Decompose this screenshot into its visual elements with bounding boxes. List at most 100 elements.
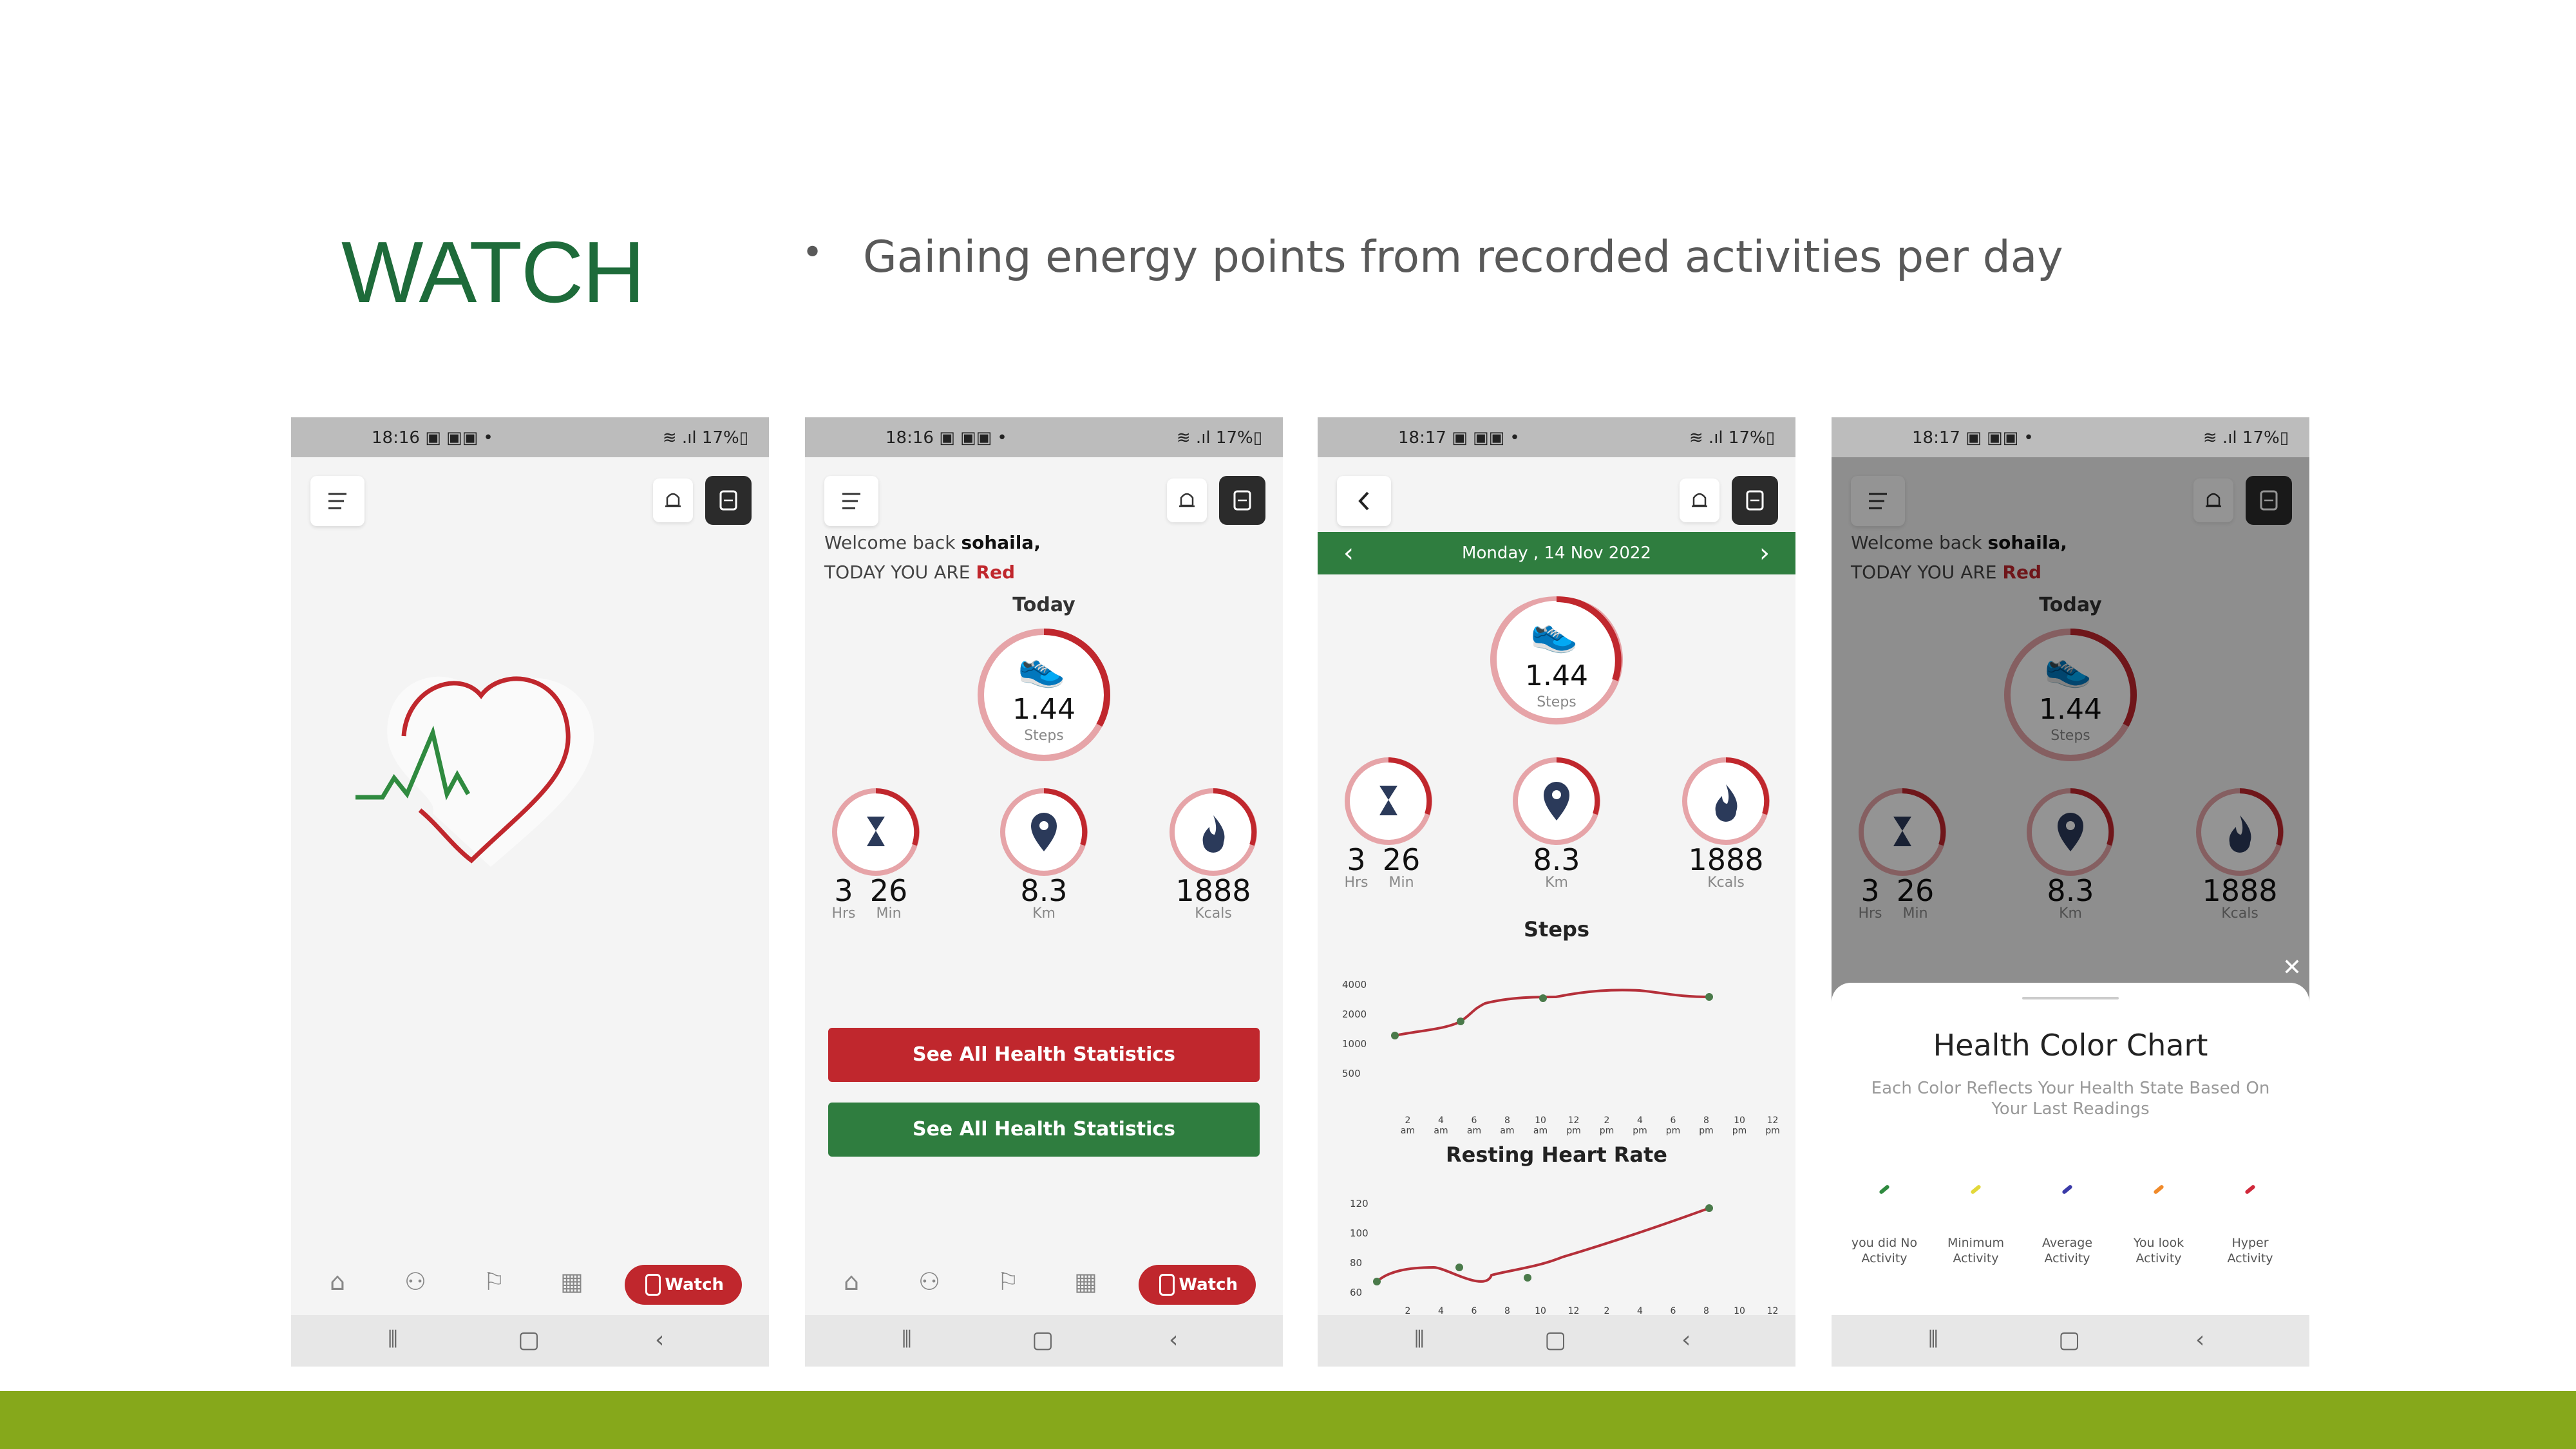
- calories-label: Kcals: [1195, 905, 1232, 922]
- menu-button[interactable]: [310, 476, 365, 526]
- watch-icon: [719, 490, 737, 511]
- x-tick-label: 12: [1568, 1306, 1580, 1315]
- watch-tab-icon: [645, 1274, 661, 1296]
- back-system-icon[interactable]: ‹: [2195, 1327, 2204, 1353]
- home-icon[interactable]: ⌂: [844, 1267, 859, 1296]
- watch-tab[interactable]: Watch: [1139, 1265, 1256, 1305]
- x-tick-label: pm: [1600, 1126, 1615, 1136]
- date-selector: ‹ Monday , 14 Nov 2022 ›: [1318, 532, 1795, 574]
- heart-rate-point: [1524, 1274, 1531, 1282]
- state-prefix: TODAY YOU ARE: [824, 562, 971, 583]
- legend-label: you did No Activity: [1851, 1236, 1918, 1265]
- status-bar: 18:16 ▣ ▣▣ • ≋ .ıl 17%▯: [805, 417, 1283, 457]
- distance-label: Km: [1032, 905, 1056, 922]
- user-name: sohaila,: [961, 532, 1041, 553]
- home-system-icon[interactable]: ▢: [518, 1327, 540, 1353]
- legend-label: Average Activity: [2041, 1236, 2093, 1265]
- home-system-icon[interactable]: ▢: [1544, 1327, 1566, 1353]
- challenges-icon[interactable]: ⚐: [997, 1267, 1019, 1296]
- legend-color-swatch: [1970, 1184, 1982, 1195]
- legend-label: Hyper Activity: [2227, 1236, 2273, 1265]
- status-icons: ≋ .ıl 17%▯: [2202, 428, 2289, 448]
- steps-chart-title: Steps: [1524, 917, 1589, 942]
- shoe-icon: 👟: [1018, 645, 1066, 690]
- hours-value: 3: [1347, 842, 1366, 877]
- welcome-line: Welcome back sohaila,: [824, 532, 1041, 553]
- x-tick-label: 2: [1405, 1115, 1411, 1126]
- bullet-dot: •: [802, 232, 824, 274]
- watch-tab-label: Watch: [665, 1275, 724, 1294]
- calories-value: 1888: [1688, 842, 1764, 877]
- x-tick-label: 4: [1438, 1115, 1444, 1126]
- phone-screen-1: 18:16 ▣ ▣▣ • ≋ .ıl 17%▯ ⌂ ⚇ ⚐ ▦ Watch ⦀ …: [291, 417, 769, 1367]
- x-tick-label: am: [1434, 1126, 1448, 1136]
- y-tick-label: 2000: [1342, 1009, 1367, 1020]
- see-health-stats-red-button[interactable]: See All Health Statistics: [828, 1028, 1260, 1082]
- watch-tab[interactable]: Watch: [625, 1265, 742, 1305]
- heart-rate-point: [1455, 1264, 1463, 1271]
- menu-button[interactable]: [824, 476, 878, 526]
- x-tick-label: pm: [1699, 1126, 1714, 1136]
- status-time: 18:16 ▣ ▣▣ •: [372, 428, 493, 448]
- x-tick-label: pm: [1633, 1126, 1647, 1136]
- steps-label: Steps: [1537, 694, 1577, 710]
- minutes-value: 26: [869, 873, 908, 908]
- recent-apps-icon[interactable]: ⦀: [388, 1327, 398, 1354]
- state-value: Red: [976, 562, 1016, 583]
- notification-button[interactable]: [653, 478, 693, 522]
- notification-button[interactable]: [1167, 478, 1207, 522]
- health-color-chart-sheet: Health Color Chart Each Color Reflects Y…: [1832, 983, 2309, 1318]
- x-tick-label: am: [1401, 1126, 1415, 1136]
- sheet-description: Each Color Reflects Your Health State Ba…: [1871, 1079, 2270, 1119]
- status-icons: ≋ .ıl 17%▯: [1176, 428, 1262, 448]
- community-icon[interactable]: ⚇: [404, 1267, 426, 1296]
- back-system-icon[interactable]: ‹: [1681, 1327, 1690, 1353]
- x-tick-label: 4: [1637, 1306, 1643, 1315]
- steps-value: 1.44: [1012, 693, 1075, 726]
- close-icon[interactable]: ✕: [2282, 954, 2302, 981]
- minutes-label: Min: [876, 905, 902, 922]
- status-time: 18:16 ▣ ▣▣ •: [886, 428, 1007, 448]
- home-system-icon[interactable]: ▢: [2058, 1327, 2080, 1353]
- status-time: 18:17 ▣ ▣▣ •: [1912, 428, 2034, 448]
- back-system-icon[interactable]: ‹: [1169, 1327, 1178, 1353]
- x-tick-label: 10: [1734, 1115, 1745, 1126]
- next-day-icon[interactable]: ›: [1759, 532, 1770, 574]
- legend-color-swatch: [1879, 1184, 1890, 1195]
- recent-apps-icon[interactable]: ⦀: [1928, 1327, 1938, 1354]
- watch-icon: [1746, 490, 1764, 511]
- challenges-icon[interactable]: ⚐: [483, 1267, 505, 1296]
- steps-point: [1457, 1018, 1464, 1025]
- x-tick-label: 6: [1671, 1306, 1676, 1315]
- watch-button[interactable]: [1219, 476, 1265, 525]
- x-tick-label: 10: [1535, 1306, 1546, 1315]
- y-tick-label: 4000: [1342, 979, 1367, 990]
- sheet-handle[interactable]: [2022, 997, 2119, 999]
- home-icon[interactable]: ⌂: [330, 1267, 345, 1296]
- steps-point: [1539, 994, 1547, 1002]
- sheet-title: Health Color Chart: [1933, 1028, 2208, 1063]
- y-tick-label: 120: [1350, 1198, 1368, 1209]
- back-button[interactable]: [1337, 476, 1391, 526]
- watch-button[interactable]: [1732, 476, 1778, 525]
- see-health-stats-green-button[interactable]: See All Health Statistics: [828, 1103, 1260, 1157]
- community-icon[interactable]: ⚇: [918, 1267, 940, 1296]
- recent-apps-icon[interactable]: ⦀: [1414, 1327, 1425, 1354]
- time-ring: [1345, 757, 1432, 845]
- heart-rate-line: [1376, 1207, 1710, 1283]
- calendar-icon[interactable]: ▦: [560, 1267, 583, 1296]
- prev-day-icon[interactable]: ‹: [1343, 532, 1354, 574]
- calendar-icon[interactable]: ▦: [1074, 1267, 1097, 1296]
- home-system-icon[interactable]: ▢: [1032, 1327, 1054, 1353]
- hours-label: Hrs: [831, 905, 856, 922]
- phone-screen-4: 18:17 ▣ ▣▣ • ≋ .ıl 17%▯ Welcome back soh…: [1832, 417, 2309, 1367]
- recent-apps-icon[interactable]: ⦀: [902, 1327, 912, 1354]
- heart-rate-chart: 120 100 80 60 2 4 6 8 10 12 2 4 6 8 10 12: [1350, 1198, 1778, 1315]
- status-bar: 18:17 ▣ ▣▣ • ≋ .ıl 17%▯: [1832, 417, 2309, 457]
- watch-button[interactable]: [705, 476, 752, 525]
- bullet-text: Gaining energy points from recorded acti…: [863, 232, 2063, 283]
- x-tick-label: am: [1500, 1126, 1514, 1136]
- status-icons: ≋ .ıl 17%▯: [1689, 428, 1775, 448]
- back-system-icon[interactable]: ‹: [655, 1327, 664, 1353]
- notification-button[interactable]: [1680, 478, 1719, 522]
